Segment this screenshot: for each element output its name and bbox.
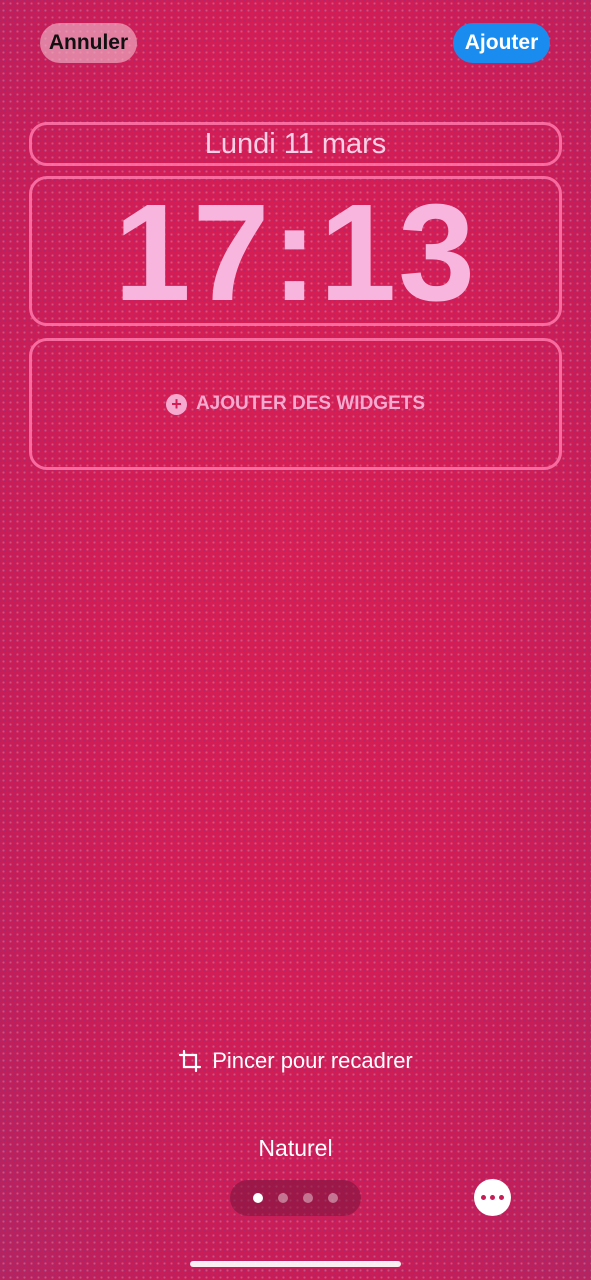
lock-screen-date: Lundi 11 mars: [204, 127, 387, 160]
crop-hint: Pincer pour recadrer: [0, 1048, 591, 1074]
cancel-button[interactable]: Annuler: [40, 23, 137, 63]
more-options-button[interactable]: [474, 1179, 511, 1216]
pager-dot[interactable]: [303, 1193, 313, 1203]
clock-frame[interactable]: 17:13: [29, 176, 562, 326]
add-widgets-button[interactable]: + AJOUTER DES WIDGETS: [165, 393, 426, 415]
date-widget-frame[interactable]: Lundi 11 mars: [29, 122, 562, 166]
crop-hint-label: Pincer pour recadrer: [212, 1048, 413, 1073]
widgets-frame[interactable]: + AJOUTER DES WIDGETS: [29, 338, 562, 470]
home-indicator[interactable]: [190, 1261, 401, 1267]
pager-dot[interactable]: [253, 1193, 263, 1203]
add-button[interactable]: Ajouter: [453, 23, 550, 63]
more-icon: [481, 1195, 486, 1200]
crop-icon: [179, 1049, 202, 1073]
style-pager[interactable]: [230, 1180, 361, 1216]
pager-dot[interactable]: [328, 1193, 338, 1203]
lock-screen-time: 17:13: [114, 176, 477, 330]
filter-name: Naturel: [258, 1135, 333, 1161]
pager-dot[interactable]: [278, 1193, 288, 1203]
plus-circle-icon: +: [165, 393, 187, 415]
add-widgets-label: AJOUTER DES WIDGETS: [195, 393, 426, 414]
